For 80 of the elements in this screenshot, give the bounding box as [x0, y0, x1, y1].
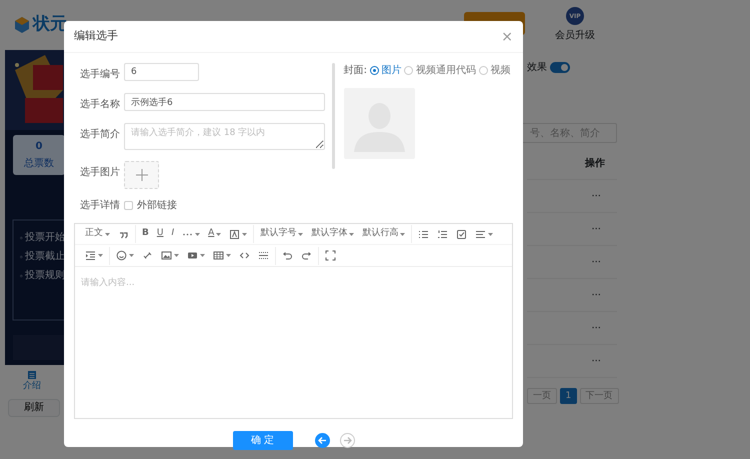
field-label: 选手详情 — [80, 198, 121, 213]
caret-icon — [298, 232, 304, 236]
field-label: 选手图片 — [80, 166, 121, 180]
right-arrow-icon — [342, 436, 352, 445]
redo-icon — [301, 250, 312, 261]
more-actions[interactable]: ··· — [591, 354, 601, 368]
image-icon — [161, 250, 172, 261]
field-label: 选手编号 — [80, 68, 121, 82]
table-icon — [213, 250, 224, 261]
fullscreen-icon — [325, 250, 336, 261]
toolbar-button[interactable]: I — [167, 226, 178, 242]
caret-icon — [105, 232, 110, 236]
toolbar-button[interactable]: B — [138, 226, 153, 242]
more-actions[interactable]: ··· — [591, 254, 601, 270]
caret-icon — [400, 232, 406, 236]
caret-icon — [129, 254, 134, 257]
toolbar-button[interactable]: A — [204, 226, 226, 242]
caret-icon — [226, 254, 231, 257]
member-upgrade-label[interactable]: 会员升级 — [555, 28, 595, 43]
more-actions[interactable]: ··· — [591, 188, 601, 204]
caret-icon — [195, 232, 200, 236]
toolbar-button[interactable]: 正文 — [81, 226, 114, 242]
close-button[interactable]: × — [501, 30, 513, 44]
checkbox-label[interactable]: 外部链接 — [137, 198, 177, 213]
bullet-list-icon — [418, 228, 430, 240]
toolbar-button[interactable]: 默认行高 — [358, 226, 410, 242]
emoji-icon — [116, 250, 127, 261]
input-field[interactable]: 6 — [124, 63, 199, 81]
caret-icon — [98, 254, 103, 257]
background-color-icon — [229, 228, 240, 240]
more-actions[interactable]: ··· — [591, 320, 601, 336]
confirm-button[interactable]: 确 定 — [232, 431, 292, 450]
caret-icon — [216, 232, 222, 236]
radio-button[interactable] — [478, 66, 488, 75]
info-text: 投票开始 — [25, 230, 65, 245]
video-icon — [187, 250, 198, 261]
caret-icon — [349, 232, 354, 236]
indent-icon — [85, 250, 96, 261]
todo-icon — [456, 228, 468, 240]
radio-button[interactable] — [404, 66, 413, 75]
code-icon — [239, 250, 250, 261]
divider-icon — [258, 250, 269, 261]
caret-icon — [200, 254, 205, 257]
dialog-title: 编辑选手 — [74, 28, 118, 44]
cover-label: 封面: — [344, 64, 367, 78]
link-icon — [142, 250, 153, 261]
radio-label[interactable]: 图片 — [382, 63, 402, 78]
left-arrow-icon — [318, 436, 326, 445]
radio-label[interactable]: 视频 — [490, 63, 510, 78]
toolbar-button[interactable]: U — [152, 226, 168, 242]
stat-label: 总票数 — [24, 156, 54, 172]
previous-button[interactable] — [314, 433, 330, 448]
more-actions[interactable]: ··· — [591, 222, 601, 236]
info-text: 投票截止 — [25, 250, 65, 264]
toolbar-button[interactable]: 默认字体 — [307, 226, 358, 242]
toggle-switch[interactable] — [550, 62, 570, 73]
stat-value: 0 — [36, 140, 42, 154]
caret-icon — [488, 232, 494, 236]
column-header: 操作 — [585, 156, 605, 170]
more-actions[interactable]: ··· — [591, 288, 601, 302]
checkbox[interactable] — [124, 201, 133, 210]
field-label: 选手简介 — [80, 128, 121, 142]
align-icon — [475, 228, 486, 240]
upload-button[interactable] — [124, 161, 159, 189]
page-button[interactable]: 1 — [560, 388, 578, 404]
caret-icon — [242, 232, 248, 236]
toggle-label: 效果 — [527, 61, 547, 75]
radio-button[interactable] — [370, 66, 378, 75]
textarea-field[interactable]: 请输入选手简介，建议 18 字以内 — [124, 123, 325, 150]
undo-icon — [282, 250, 293, 261]
numbered-list-icon — [437, 228, 448, 240]
input-field[interactable]: 示例选手6 — [124, 93, 325, 111]
refresh-button[interactable]: 刷新 — [8, 398, 60, 416]
field-label: 选手名称 — [80, 98, 121, 112]
list-icon — [27, 370, 37, 380]
radio-label[interactable]: 视频通用代码 — [416, 63, 476, 78]
plus-icon — [134, 168, 148, 182]
logo-icon — [14, 16, 30, 34]
toolbar-button[interactable]: 默认字号 — [256, 226, 308, 242]
caret-icon — [174, 254, 179, 257]
